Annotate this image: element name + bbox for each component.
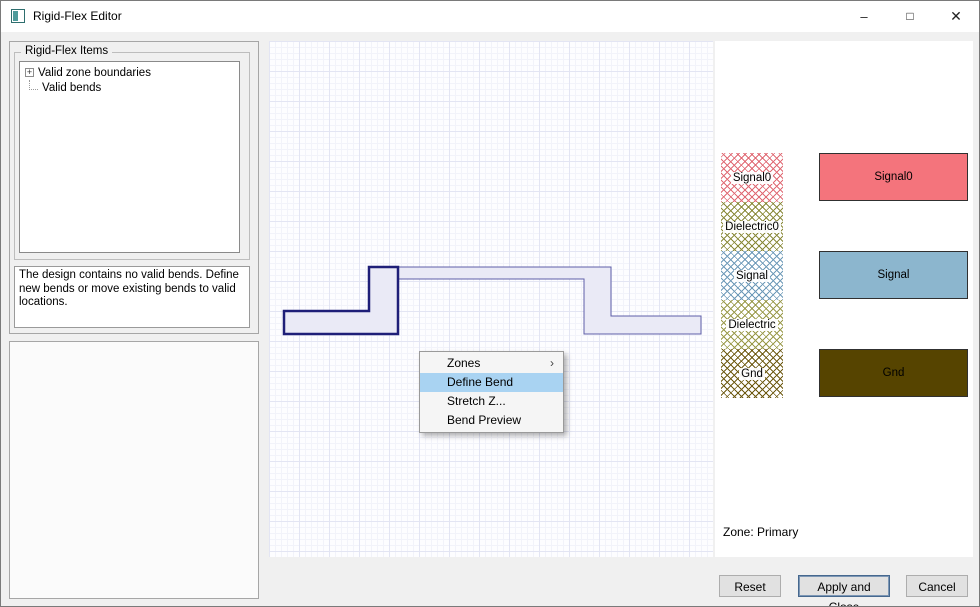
menu-item-define-bend[interactable]: Define Bend: [420, 373, 563, 392]
layer-name-label: Dielectric0: [723, 221, 781, 233]
stackup-layer-gnd[interactable]: Gnd: [819, 349, 968, 397]
menu-item-bend-preview[interactable]: Bend Preview: [420, 411, 563, 430]
window-title: Rigid-Flex Editor: [33, 9, 122, 23]
context-menu: Zones › Define Bend Stretch Z... Bend Previe…: [419, 351, 564, 433]
title-bar[interactable]: Rigid-Flex Editor – □ ✕: [1, 1, 979, 32]
rigid-flex-items-panel: Rigid-Flex Items + Valid zone boundaries V…: [9, 41, 259, 334]
layer-box-label: Signal0: [874, 171, 912, 183]
menu-item-label: Bend Preview: [447, 413, 521, 427]
layer-name-label: Signal0: [731, 172, 773, 184]
minimize-button[interactable]: –: [841, 1, 887, 32]
validation-message: The design contains no valid bends. Defi…: [14, 266, 250, 328]
layer-name-label: Dielectric: [726, 319, 777, 331]
layer-box-label: Gnd: [883, 367, 905, 379]
stackup-layer-signal[interactable]: Signal: [819, 251, 968, 299]
design-canvas[interactable]: [269, 41, 713, 557]
menu-item-stretch-z[interactable]: Stretch Z...: [420, 392, 563, 411]
expand-plus-icon[interactable]: +: [25, 68, 34, 77]
app-icon: [11, 9, 25, 23]
menu-item-label: Define Bend: [447, 375, 513, 389]
submenu-arrow-icon: ›: [550, 354, 554, 373]
layer-name-label: Signal: [734, 270, 770, 282]
layer-name-label: Gnd: [739, 368, 765, 380]
rigid-flex-editor-dialog: Rigid-Flex Editor – □ ✕ Rigid-Flex Items…: [0, 0, 980, 607]
layer-box-label: Signal: [878, 269, 910, 281]
groupbox-title: Rigid-Flex Items: [21, 45, 112, 57]
stackup-hatch-signal[interactable]: Signal: [721, 251, 783, 300]
stackup-hatch-signal0[interactable]: Signal0: [721, 153, 783, 202]
cancel-button[interactable]: Cancel: [906, 575, 968, 597]
reset-button[interactable]: Reset: [719, 575, 781, 597]
stackup-hatch-dielectric[interactable]: Dielectric: [721, 300, 783, 349]
maximize-button[interactable]: □: [887, 1, 933, 32]
zone-label: Zone: Primary: [723, 525, 798, 539]
tree-item[interactable]: + Valid zone boundaries: [22, 65, 237, 80]
stackup-hatch-dielectric0[interactable]: Dielectric0: [721, 202, 783, 251]
board-outline-band[interactable]: [284, 267, 701, 334]
rigid-flex-items-groupbox: Rigid-Flex Items +Valid zone boundariesV…: [14, 52, 250, 260]
menu-item-label: Zones: [447, 356, 480, 370]
tree-item[interactable]: Valid bends: [22, 80, 237, 95]
close-button[interactable]: ✕: [933, 1, 979, 32]
tree-item-label[interactable]: Valid zone boundaries: [38, 67, 151, 79]
stackup-hatch-gnd[interactable]: Gnd: [721, 349, 783, 398]
menu-item-label: Stretch Z...: [447, 394, 506, 408]
tree-branch-line: [29, 80, 38, 90]
stackup-layer-signal0[interactable]: Signal0: [819, 153, 968, 201]
apply-and-close-button[interactable]: Apply and Close: [798, 575, 890, 597]
detail-panel: [9, 341, 259, 599]
stackup-panel: Zone: Primary Signal0 Signal0 Dielectric0 S…: [715, 41, 973, 557]
menu-item-zones[interactable]: Zones ›: [420, 354, 563, 373]
rigidflex-tree[interactable]: + Valid zone boundaries Valid bends: [19, 61, 240, 253]
cross-section-drawing[interactable]: [269, 41, 713, 557]
tree-item-label[interactable]: Valid bends: [42, 82, 101, 94]
